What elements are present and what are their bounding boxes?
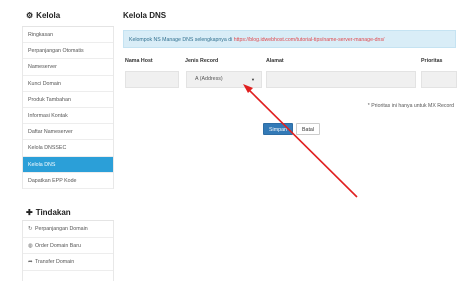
- actions-menu-footer: [22, 270, 114, 281]
- info-alert: Kelompok NS Manage DNS selengkapnya di h…: [123, 30, 456, 48]
- dns-table-header: Nama Host Jenis Record Alamat Prioritas: [123, 58, 457, 68]
- action-label: Perpanjangan Domain: [35, 226, 88, 232]
- main-content: Kelola DNS Kelompok NS Manage DNS seleng…: [120, 5, 460, 135]
- priority-input[interactable]: [421, 71, 457, 88]
- save-button[interactable]: Simpan: [263, 123, 293, 135]
- sidebar-item-informasi-kontak[interactable]: Informasi Kontak: [23, 108, 113, 125]
- sidebar-manage-panel: ⚙ Kelola Ringkasan Perpanjangan Otomatis…: [22, 5, 114, 189]
- sidebar-item-ringkasan[interactable]: Ringkasan: [23, 27, 113, 44]
- share-icon: ➦: [28, 259, 33, 265]
- globe-icon: ◍: [28, 242, 33, 249]
- record-type-value: A (Address): [195, 76, 223, 82]
- action-label: Transfer Domain: [35, 259, 75, 265]
- dns-record-row: A (Address) ▼: [123, 71, 457, 89]
- sidebar-item-produk-tambahan[interactable]: Produk Tambahan: [23, 92, 113, 108]
- sidebar-manage-header: ⚙ Kelola: [22, 5, 114, 27]
- cancel-button[interactable]: Batal: [295, 123, 321, 135]
- sidebar-item-dapatkan-epp-kode[interactable]: Dapatkan EPP Kode: [23, 173, 113, 189]
- action-order-domain-baru[interactable]: ◍ Order Domain Baru: [23, 238, 113, 254]
- page-title: Kelola DNS: [123, 11, 167, 20]
- actions-menu: ↻ Perpanjangan Domain ◍ Order Domain Baru …: [22, 221, 114, 271]
- sidebar-actions-panel: ✚ Tindakan ↻ Perpanjangan Domain ◍ Order D…: [22, 205, 114, 281]
- sidebar-manage-title: Kelola: [36, 11, 61, 20]
- record-type-select[interactable]: A (Address) ▼: [186, 71, 262, 88]
- form-actions: Simpan Batal: [263, 123, 321, 135]
- caret-down-icon: ▼: [251, 77, 255, 82]
- gear-icon: ⚙: [26, 11, 34, 20]
- sidebar-actions-title: Tindakan: [35, 208, 71, 217]
- sidebar-item-perpanjangan-otomatis[interactable]: Perpanjangan Otomatis: [23, 43, 113, 60]
- column-jenis-record: Jenis Record: [185, 58, 219, 64]
- sidebar-item-nameserver[interactable]: Nameserver: [23, 59, 113, 76]
- action-label: Order Domain Baru: [35, 242, 81, 249]
- sidebar-actions-header: ✚ Tindakan: [22, 205, 114, 221]
- column-prioritas: Prioritas: [421, 58, 443, 64]
- action-transfer-domain[interactable]: ➦ Transfer Domain: [23, 254, 113, 271]
- column-alamat: Alamat: [266, 58, 284, 64]
- column-nama-host: Nama Host: [125, 58, 153, 64]
- sidebar-item-daftar-nameserver[interactable]: Daftar Nameserver: [23, 124, 113, 141]
- sidebar-item-kelola-dns[interactable]: Kelola DNS: [23, 156, 113, 173]
- refresh-icon: ↻: [28, 226, 33, 232]
- plus-icon: ✚: [26, 208, 33, 217]
- info-text: Kelompok NS Manage DNS selengkapnya di: [129, 37, 234, 43]
- host-name-input[interactable]: [125, 71, 179, 88]
- info-link[interactable]: https://blog.idwebhost.com/tutorial-tips…: [234, 37, 385, 43]
- sidebar-item-kunci-domain[interactable]: Kunci Domain: [23, 76, 113, 92]
- action-perpanjangan-domain[interactable]: ↻ Perpanjangan Domain: [23, 221, 113, 238]
- sidebar-item-kelola-dnssec[interactable]: Kelola DNSSEC: [23, 140, 113, 157]
- address-input[interactable]: [266, 71, 416, 88]
- priority-note: * Prioritas ini hanya untuk MX Record: [367, 103, 454, 109]
- sidebar-menu: Ringkasan Perpanjangan Otomatis Nameserv…: [22, 27, 114, 189]
